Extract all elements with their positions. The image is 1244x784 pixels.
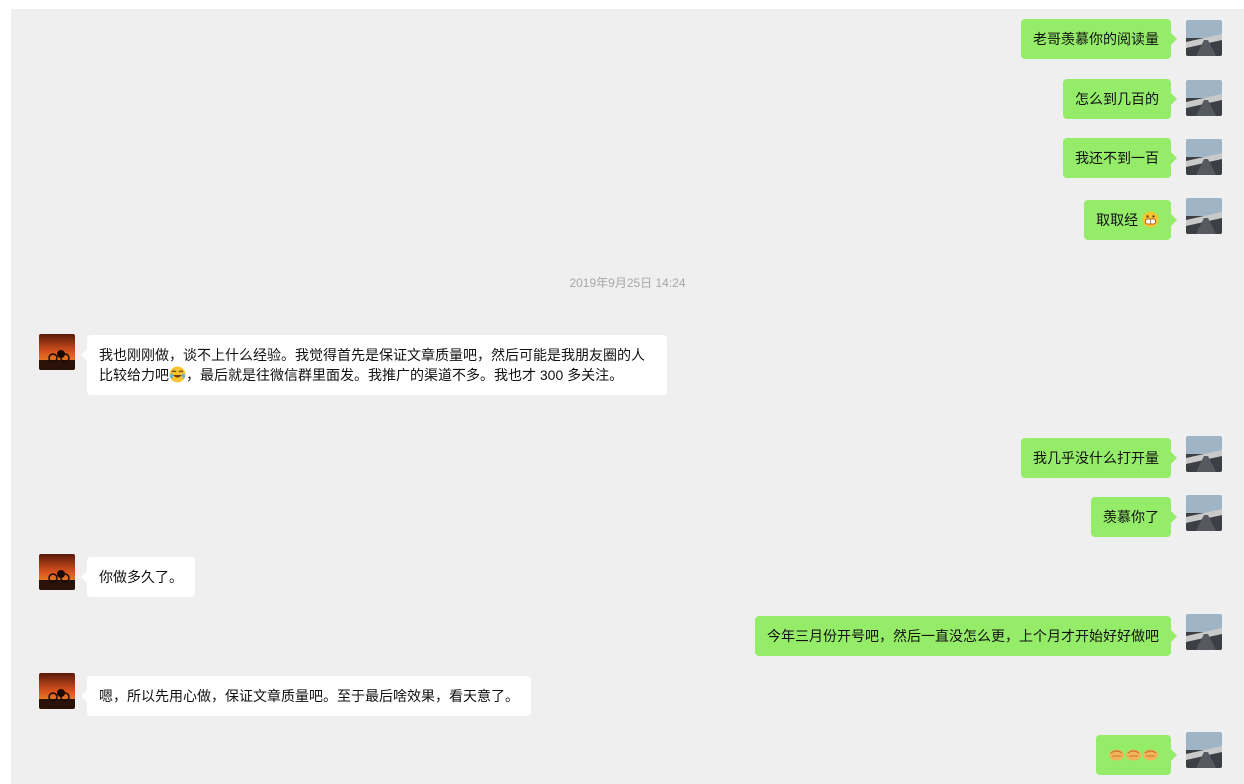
message-bubble-6[interactable]: 我几乎没什么打开量 — [1021, 438, 1177, 478]
message-bubble-7[interactable]: 羡慕你了 — [1091, 497, 1177, 537]
message-text: 嗯，所以先用心做，保证文章质量吧。至于最后啥效果，看天意了。 — [99, 688, 519, 704]
my-avatar[interactable] — [1186, 139, 1222, 175]
message-text: 我几乎没什么打开量 — [1033, 450, 1159, 466]
laughing-tears-emoji — [169, 366, 186, 383]
message-bubble-5[interactable]: 我也刚刚做，谈不上什么经验。我觉得首先是保证文章质量吧，然后可能是我朋友圈的人比… — [81, 335, 667, 395]
contact-avatar[interactable] — [39, 554, 75, 590]
chat-panel: 老哥羡慕你的阅读量 怎么到几百的 我还不到一百 取取经 2019年9月25日 1… — [11, 9, 1244, 784]
message-text: 老哥羡慕你的阅读量 — [1033, 31, 1159, 47]
message-text: 今年三月份开号吧，然后一直没怎么更，上个月才开始好好做吧 — [767, 628, 1159, 644]
my-avatar[interactable] — [1186, 614, 1222, 650]
fist-emoji — [1108, 746, 1125, 763]
my-avatar[interactable] — [1186, 198, 1222, 234]
message-text: 羡慕你了 — [1103, 509, 1159, 525]
my-avatar[interactable] — [1186, 495, 1222, 531]
message-bubble-10[interactable]: 嗯，所以先用心做，保证文章质量吧。至于最后啥效果，看天意了。 — [81, 676, 531, 716]
contact-avatar[interactable] — [39, 334, 75, 370]
my-avatar[interactable] — [1186, 20, 1222, 56]
message-bubble-3[interactable]: 我还不到一百 — [1063, 138, 1177, 178]
message-text: 怎么到几百的 — [1075, 91, 1159, 107]
my-avatar[interactable] — [1186, 732, 1222, 768]
timestamp: 2019年9月25日 14:24 — [569, 276, 686, 290]
message-bubble-4[interactable]: 取取经 — [1084, 200, 1177, 240]
fist-emoji — [1142, 746, 1159, 763]
fist-emoji — [1125, 746, 1142, 763]
message-text: 取取经 — [1096, 212, 1139, 228]
message-bubble-9[interactable]: 今年三月份开号吧，然后一直没怎么更，上个月才开始好好做吧 — [755, 616, 1177, 656]
message-text: 我还不到一百 — [1075, 150, 1159, 166]
message-bubble-8[interactable]: 你做多久了。 — [81, 557, 195, 597]
message-bubble-1[interactable]: 老哥羡慕你的阅读量 — [1021, 19, 1177, 59]
my-avatar[interactable] — [1186, 80, 1222, 116]
message-text: 你做多久了。 — [99, 569, 183, 585]
message-bubble-11[interactable] — [1096, 735, 1177, 775]
grinning-emoji — [1142, 211, 1159, 228]
message-text-part-2: ，最后就是往微信群里面发。我推广的渠道不多。我也才 300 多关注。 — [186, 367, 624, 383]
my-avatar[interactable] — [1186, 436, 1222, 472]
message-bubble-2[interactable]: 怎么到几百的 — [1063, 79, 1177, 119]
contact-avatar[interactable] — [39, 673, 75, 709]
